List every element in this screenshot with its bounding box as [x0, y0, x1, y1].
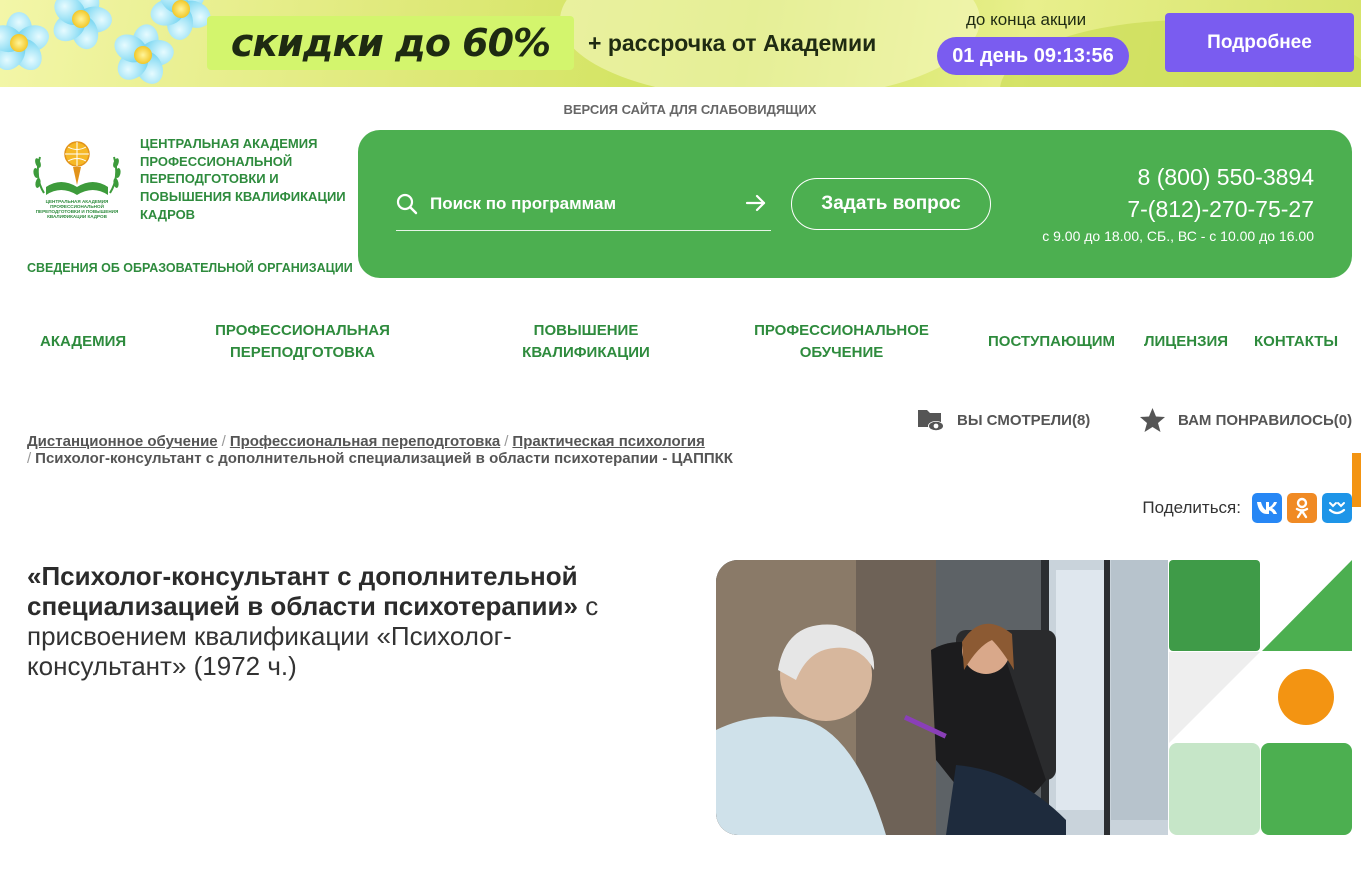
arrow-right-icon[interactable]: [745, 192, 767, 214]
liked-label: ВАМ ПОНРАВИЛОСЬ(0): [1178, 411, 1353, 429]
nav-qualification-line-1: ПОВЫШЕНИЕ: [533, 322, 639, 339]
promo-banner[interactable]: скидки до 60% + рассрочка от Академии до…: [0, 0, 1361, 87]
nav-retraining[interactable]: ПРОФЕССИОНАЛЬНАЯ ПЕРЕПОДГОТОВКА: [205, 320, 400, 364]
low-vision-link[interactable]: ВЕРСИЯ САЙТА ДЛЯ СЛАБОВИДЯЩИХ: [0, 102, 1361, 117]
ok-share-icon[interactable]: [1287, 493, 1317, 523]
nav-training-line-2: ОБУЧЕНИЕ: [799, 344, 884, 361]
nav-retraining-line-2: ПЕРЕПОДГОТОВКА: [230, 344, 375, 361]
promo-headline-box: скидки до 60%: [207, 16, 574, 70]
folder-eye-icon: [918, 410, 944, 431]
svg-text:КВАЛИФИКАЦИИ КАДРОВ: КВАЛИФИКАЦИИ КАДРОВ: [47, 214, 108, 219]
share-bar: Поделиться:: [1142, 493, 1352, 523]
breadcrumb-practical-psychology[interactable]: Практическая психология: [512, 433, 704, 450]
nav-retraining-line-1: ПРОФЕССИОНАЛЬНАЯ: [215, 322, 390, 339]
working-hours: с 9.00 до 18.00, СБ., ВС - с 10.00 до 16…: [1042, 228, 1314, 244]
flower-decoration: [0, 12, 53, 76]
odnoklassniki-icon: [1295, 497, 1309, 519]
breadcrumb-retraining[interactable]: Профессиональная переподготовка: [230, 433, 500, 450]
mymir-icon: [1328, 502, 1346, 515]
breadcrumb-current: Психолог-консультант с дополнительной сп…: [35, 450, 733, 467]
side-feedback-tab[interactable]: [1352, 453, 1361, 507]
nav-license[interactable]: ЛИЦЕНЗИЯ: [1144, 331, 1228, 353]
nav-qualification[interactable]: ПОВЫШЕНИЕ КВАЛИФИКАЦИИ: [505, 320, 667, 364]
promo-until-label: до конца акции: [966, 10, 1087, 29]
viewed-label: ВЫ СМОТРЕЛИ(8): [957, 411, 1091, 429]
vk-share-icon[interactable]: [1252, 493, 1282, 523]
course-photo: [716, 560, 1168, 835]
nav-contacts[interactable]: КОНТАКТЫ: [1254, 331, 1338, 353]
course-title: «Психолог-консультант с дополнительной с…: [27, 561, 647, 681]
course-title-main: «Психолог-консультант с дополнительной с…: [27, 561, 578, 621]
search-input[interactable]: Поиск по программам: [396, 178, 771, 231]
promo-subline: + рассрочка от Академии: [588, 30, 877, 56]
flower-decoration: [48, 0, 113, 53]
academy-name[interactable]: ЦЕНТРАЛЬНАЯ АКАДЕМИЯ ПРОФЕССИОНАЛЬНОЙ ПЕ…: [140, 135, 355, 224]
phone-number-1[interactable]: 8 (800) 550-3894: [1138, 164, 1314, 191]
viewed-link[interactable]: ВЫ СМОТРЕЛИ(8): [917, 407, 1090, 433]
ask-question-button[interactable]: Задать вопрос: [791, 178, 991, 230]
promo-headline: скидки до 60%: [230, 21, 551, 65]
nav-applicants[interactable]: ПОСТУПАЮЩИМ: [988, 331, 1115, 353]
breadcrumb-separator: /: [27, 450, 32, 467]
phone-number-2[interactable]: 7-(812)-270-75-27: [1127, 196, 1314, 223]
breadcrumb-separator: /: [221, 433, 226, 450]
breadcrumb-distance-learning[interactable]: Дистанционное обучение: [27, 433, 218, 450]
nav-qualification-line-2: КВАЛИФИКАЦИИ: [522, 344, 650, 361]
svg-text:ПРОФЕССИОНАЛЬНОЙ: ПРОФЕССИОНАЛЬНОЙ: [50, 202, 104, 209]
search-placeholder: Поиск по программам: [430, 194, 617, 213]
promo-more-button[interactable]: Подробнее: [1165, 13, 1354, 72]
org-info-link[interactable]: СВЕДЕНИЯ ОБ ОБРАЗОВАТЕЛЬНОЙ ОРГАНИЗАЦИИ: [27, 261, 353, 275]
liked-link[interactable]: ВАМ ПОНРАВИЛОСЬ(0): [1139, 407, 1352, 433]
decorative-shapes: [1169, 560, 1352, 835]
flower-decoration: [109, 22, 176, 87]
nav-academy[interactable]: АКАДЕМИЯ: [40, 331, 126, 353]
nav-training[interactable]: ПРОФЕССИОНАЛЬНОЕ ОБУЧЕНИЕ: [745, 320, 938, 364]
vk-icon: [1257, 502, 1277, 514]
nav-training-line-1: ПРОФЕССИОНАЛЬНОЕ: [754, 322, 929, 339]
academy-logo-icon[interactable]: ЦЕНТРАЛЬНАЯ АКАДЕМИЯ ПРОФЕССИОНАЛЬНОЙ ПЕ…: [30, 137, 124, 221]
star-icon: [1140, 408, 1165, 432]
breadcrumb-separator: /: [504, 433, 509, 450]
search-icon: [396, 193, 418, 215]
breadcrumb: Дистанционное обучение / Профессиональная …: [27, 433, 787, 467]
mymir-share-icon[interactable]: [1322, 493, 1352, 523]
share-label: Поделиться:: [1142, 498, 1241, 517]
flower-decoration: [147, 0, 215, 41]
promo-countdown: 01 день 09:13:56: [937, 37, 1129, 75]
